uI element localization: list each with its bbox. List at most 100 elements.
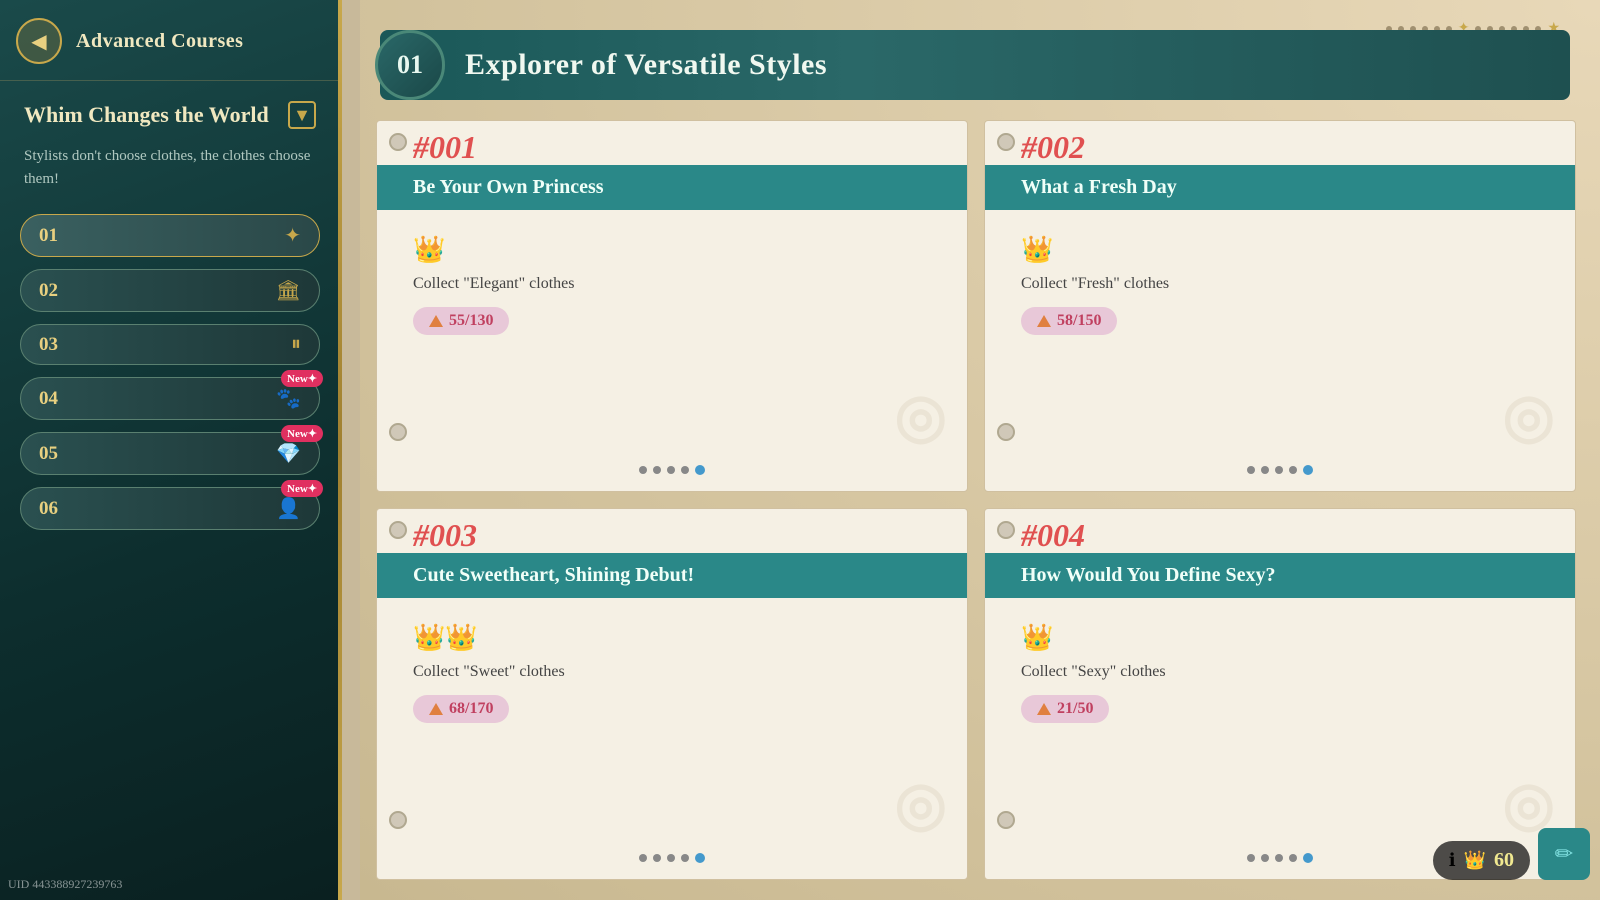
dot [1289,466,1297,474]
course-category-dropdown[interactable]: Whim Changes the World ▼ [0,81,340,137]
chapter-number: 03 [39,334,69,356]
dot [667,854,675,862]
progress-value-001: 55/130 [449,312,493,330]
chapter-icon-06: 👤 [276,496,301,521]
section-header: 01 Explorer of Versatile Styles [380,30,1570,100]
card-title-003: Cute Sweetheart, Shining Debut! [413,563,951,588]
dot [639,854,647,862]
card-progress-001: 55/130 [413,307,509,335]
currency-crown-icon: 👑 [1464,850,1486,871]
chapter-number: 05 [39,443,69,465]
chapter-number: 02 [39,280,69,302]
card-number-003: #003 [413,517,477,554]
card-001[interactable]: ◎ #001 Be Your Own Princess 👑 Collect "E… [376,120,968,492]
progress-value-002: 58/150 [1057,312,1101,330]
sidebar-gold-edge [338,0,342,900]
course-description: Stylists don't choose clothes, the cloth… [0,137,340,208]
new-badge-05: New✦ [281,425,323,442]
chapter-button-01[interactable]: 01 ✦ [20,214,320,257]
chapter-number: 06 [39,498,69,520]
dot [1261,466,1269,474]
card-title-001: Be Your Own Princess [413,175,951,200]
dot [653,466,661,474]
currency-amount: 60 [1494,849,1514,872]
progress-triangle-icon [1037,703,1051,715]
sidebar: ◀ Advanced Courses Whim Changes the Worl… [0,0,340,900]
card-number-001: #001 [413,129,477,166]
card-requirement-001: Collect "Elegant" clothes [413,275,574,293]
dot [681,466,689,474]
dot [639,466,647,474]
dot [1247,854,1255,862]
chapter-button-05[interactable]: 05 💎 New✦ [20,432,320,475]
progress-triangle-icon [429,315,443,327]
card-title-bar-002: What a Fresh Day [985,165,1575,210]
card-dots-002 [1247,465,1313,475]
dot [667,466,675,474]
section-number-badge: 01 [375,30,445,100]
chevron-down-icon: ▼ [288,101,316,129]
card-body-004: 👑 Collect "Sexy" clothes 21/50 [985,609,1575,879]
progress-triangle-icon [429,703,443,715]
card-requirement-004: Collect "Sexy" clothes [1021,663,1166,681]
card-title-bar-004: How Would You Define Sexy? [985,553,1575,598]
card-crowns-002: 👑 [1021,235,1053,265]
card-crowns-001: 👑 [413,235,445,265]
cards-grid: ◎ #001 Be Your Own Princess 👑 Collect "E… [360,120,1600,900]
chapter-button-03[interactable]: 03 ⏸ [20,324,320,365]
card-requirement-003: Collect "Sweet" clothes [413,663,565,681]
chapter-icon-02: 🏛 [276,278,301,303]
card-002[interactable]: ◎ #002 What a Fresh Day 👑 Collect "Fresh… [984,120,1576,492]
dot [1261,854,1269,862]
chapter-button-04[interactable]: 04 🐾 New✦ [20,377,320,420]
chapter-list: 01 ✦ 02 🏛 03 ⏸ 04 🐾 New✦ 05 💎 New✦ 06 👤 … [0,208,340,536]
card-progress-004: 21/50 [1021,695,1109,723]
dot-active [695,853,705,863]
card-crowns-004: 👑 [1021,623,1053,653]
card-dots-003 [639,853,705,863]
chapter-button-02[interactable]: 02 🏛 [20,269,320,312]
sidebar-header: ◀ Advanced Courses [0,0,340,81]
card-dots-001 [639,465,705,475]
back-button[interactable]: ◀ [16,18,62,64]
card-title-002: What a Fresh Day [1021,175,1559,200]
progress-value-004: 21/50 [1057,700,1093,718]
chapter-number: 04 [39,388,69,410]
card-body-002: 👑 Collect "Fresh" clothes 58/150 [985,221,1575,491]
main-content: ✦ ★ 01 Explorer of Versatile Styles ◎ #0… [360,0,1600,900]
dot-active [695,465,705,475]
course-category-title: Whim Changes the World [24,102,269,128]
currency-bar: ℹ 👑 60 [1433,841,1530,880]
edit-icon: ✏ [1555,841,1573,867]
card-dots-004 [1247,853,1313,863]
progress-value-003: 68/170 [449,700,493,718]
card-title-bar-003: Cute Sweetheart, Shining Debut! [377,553,967,598]
new-badge-06: New✦ [281,480,323,497]
card-body-003: 👑👑 Collect "Sweet" clothes 68/170 [377,609,967,879]
chapter-button-06[interactable]: 06 👤 New✦ [20,487,320,530]
card-title-004: How Would You Define Sexy? [1021,563,1559,588]
dot [1275,854,1283,862]
card-progress-002: 58/150 [1021,307,1117,335]
edit-button[interactable]: ✏ [1538,828,1590,880]
card-crowns-003: 👑👑 [413,623,478,653]
card-progress-003: 68/170 [413,695,509,723]
dot [681,854,689,862]
dot-active [1303,853,1313,863]
chapter-icon-05: 💎 [276,441,301,466]
section-title: Explorer of Versatile Styles [445,34,847,96]
card-number-004: #004 [1021,517,1085,554]
card-003[interactable]: ◎ #003 Cute Sweetheart, Shining Debut! 👑… [376,508,968,880]
card-number-002: #002 [1021,129,1085,166]
card-004[interactable]: ◎ #004 How Would You Define Sexy? 👑 Coll… [984,508,1576,880]
sidebar-title: Advanced Courses [76,30,243,53]
card-body-001: 👑 Collect "Elegant" clothes 55/130 [377,221,967,491]
chapter-icon-04: 🐾 [276,386,301,411]
info-icon: ℹ [1449,850,1456,871]
new-badge-04: New✦ [281,370,323,387]
progress-triangle-icon [1037,315,1051,327]
card-requirement-002: Collect "Fresh" clothes [1021,275,1169,293]
dot [653,854,661,862]
back-icon: ◀ [31,29,46,54]
dot [1289,854,1297,862]
